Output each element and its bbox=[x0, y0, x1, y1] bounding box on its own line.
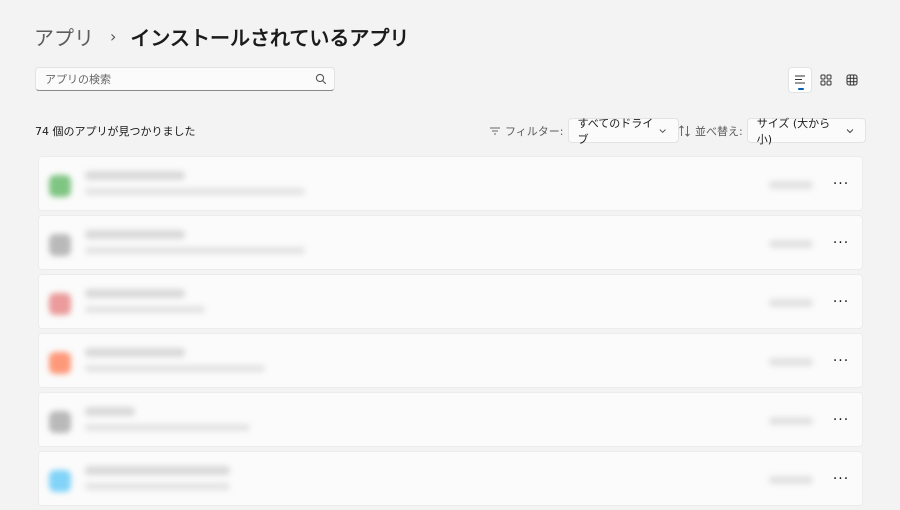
app-count: 74 個のアプリが見つかりました bbox=[35, 125, 196, 138]
chevron-down-icon bbox=[659, 128, 666, 133]
app-row[interactable]: ··· bbox=[38, 392, 863, 447]
app-icon bbox=[49, 411, 71, 433]
app-name-blurred bbox=[85, 348, 185, 357]
app-row[interactable]: ··· bbox=[38, 451, 863, 506]
more-options-button[interactable]: ··· bbox=[827, 172, 855, 196]
app-list: ··· ··· ··· ··· ··· ··· bbox=[38, 156, 863, 510]
sort-icon bbox=[679, 124, 690, 137]
app-icon bbox=[49, 352, 71, 374]
grid-view-icon bbox=[846, 74, 858, 86]
grid-view-button[interactable] bbox=[840, 67, 864, 93]
app-row[interactable]: ··· bbox=[38, 156, 863, 211]
app-size-blurred bbox=[769, 181, 813, 189]
app-meta-blurred bbox=[85, 306, 205, 313]
sort-dropdown[interactable]: サイズ (大から小) bbox=[746, 117, 866, 146]
filter-label: フィルター: bbox=[505, 124, 564, 138]
more-options-button[interactable]: ··· bbox=[827, 349, 855, 373]
app-icon bbox=[49, 293, 71, 315]
more-options-button[interactable]: ··· bbox=[827, 290, 855, 314]
page-title: インストールされているアプリ bbox=[130, 25, 410, 50]
app-name-blurred bbox=[85, 407, 135, 416]
chevron-down-icon bbox=[846, 128, 854, 133]
app-meta-blurred bbox=[85, 188, 305, 195]
search-box bbox=[35, 67, 335, 91]
app-name-blurred bbox=[85, 230, 185, 239]
filter-group: フィルター: すべてのドライブ bbox=[489, 117, 679, 146]
app-name-blurred bbox=[85, 289, 185, 298]
tile-view-button[interactable] bbox=[814, 67, 838, 93]
sort-group: 並べ替え: サイズ (大から小) bbox=[678, 117, 866, 146]
more-options-button[interactable]: ··· bbox=[827, 408, 855, 432]
app-name-blurred bbox=[85, 171, 185, 180]
app-meta-blurred bbox=[85, 365, 265, 372]
app-size-blurred bbox=[769, 476, 813, 484]
app-row[interactable]: ··· bbox=[38, 333, 863, 388]
app-meta-blurred bbox=[85, 483, 230, 490]
app-row[interactable]: ··· bbox=[38, 274, 863, 329]
more-options-button[interactable]: ··· bbox=[827, 231, 855, 255]
filter-dropdown[interactable]: すべてのドライブ bbox=[567, 117, 679, 146]
sort-value: サイズ (大から小) bbox=[756, 116, 831, 146]
breadcrumb: アプリ › インストールされているアプリ bbox=[34, 22, 409, 50]
app-size-blurred bbox=[769, 240, 813, 248]
app-name-blurred bbox=[85, 466, 230, 475]
breadcrumb-parent-link[interactable]: アプリ bbox=[34, 22, 94, 51]
breadcrumb-separator: › bbox=[110, 26, 117, 46]
app-meta-blurred bbox=[85, 424, 250, 431]
app-icon bbox=[49, 175, 71, 197]
app-row[interactable]: ··· bbox=[38, 215, 863, 270]
app-size-blurred bbox=[769, 358, 813, 366]
list-view-icon bbox=[795, 75, 805, 84]
view-toggle bbox=[788, 67, 864, 93]
app-size-blurred bbox=[769, 417, 813, 425]
filter-value: すべてのドライブ bbox=[577, 116, 654, 146]
more-options-button[interactable]: ··· bbox=[827, 467, 855, 491]
filter-icon bbox=[490, 127, 500, 134]
tile-view-icon bbox=[820, 74, 832, 86]
app-size-blurred bbox=[769, 299, 813, 307]
app-meta-blurred bbox=[85, 247, 305, 254]
search-icon[interactable] bbox=[314, 72, 328, 86]
app-icon bbox=[49, 234, 71, 256]
sort-label: 並べ替え: bbox=[695, 124, 743, 138]
search-input[interactable] bbox=[36, 68, 305, 91]
app-icon bbox=[49, 470, 71, 492]
list-view-button[interactable] bbox=[788, 67, 812, 93]
